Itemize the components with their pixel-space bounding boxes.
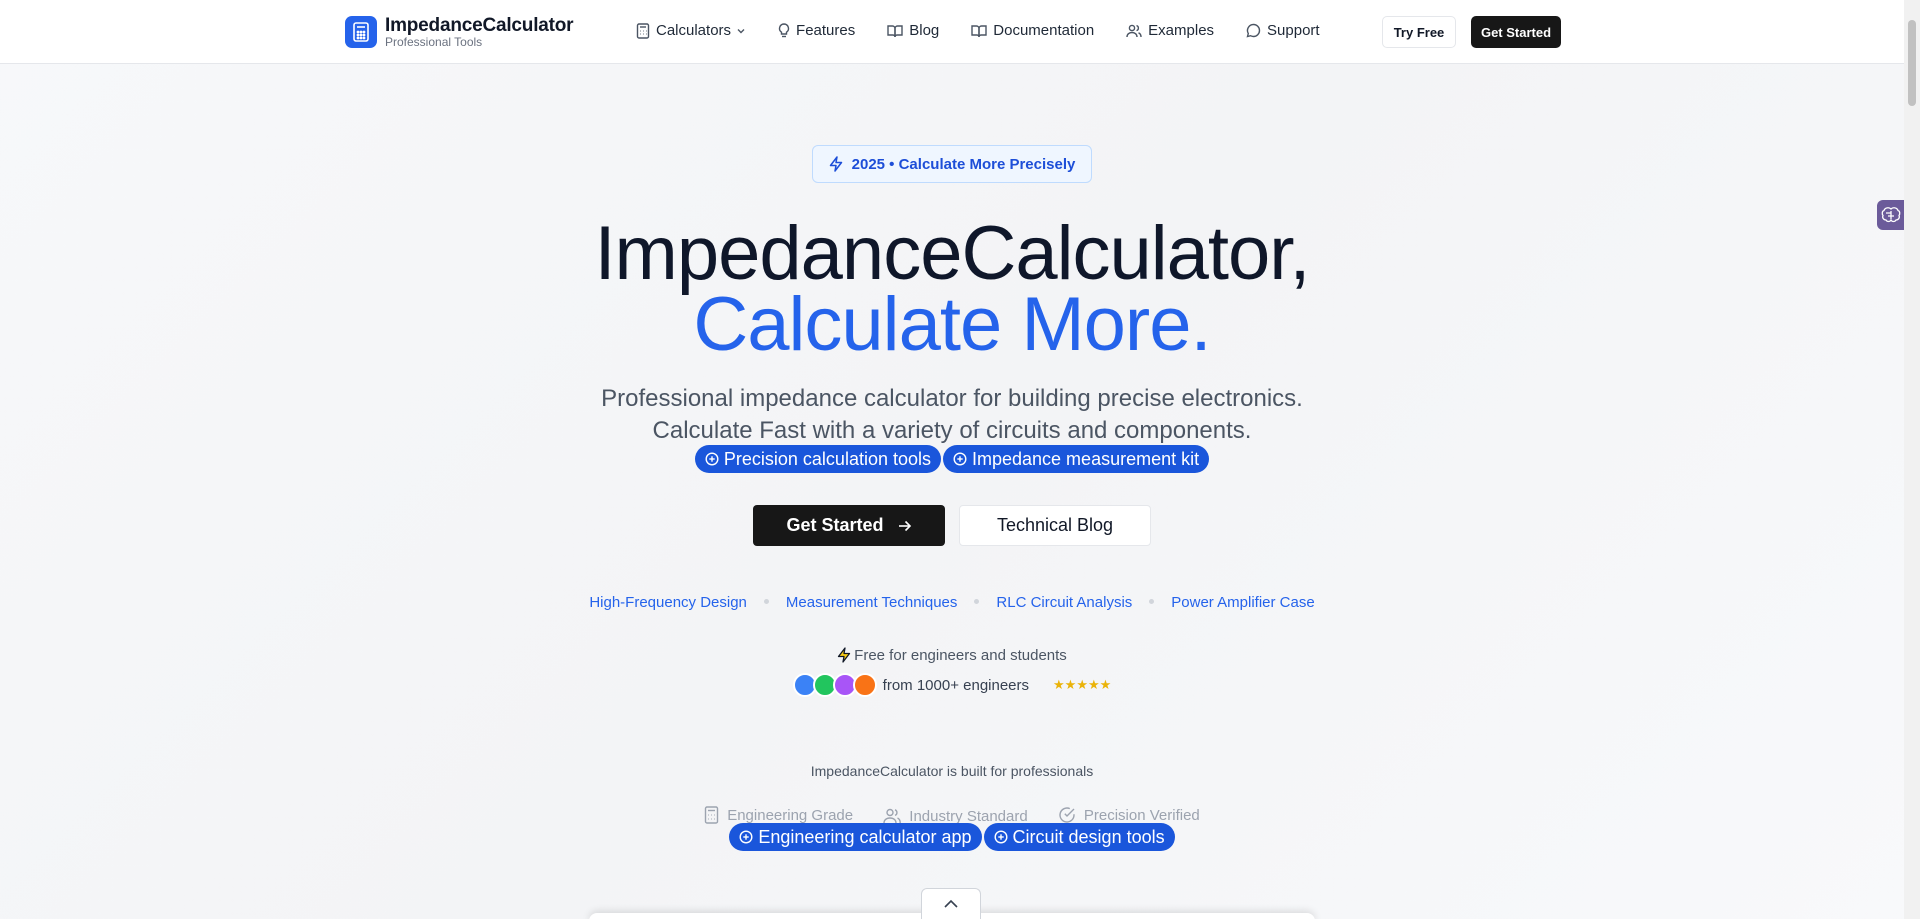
plus-circle-icon bbox=[705, 452, 719, 466]
nav-features-label: Features bbox=[796, 22, 856, 39]
zap-icon bbox=[829, 156, 842, 172]
users-icon bbox=[883, 808, 902, 824]
pill-circuit-design-tools[interactable]: Circuit design tools bbox=[983, 823, 1175, 851]
engineers-count-text: from 1000+ engineers bbox=[882, 676, 1030, 694]
calculator-logo-icon bbox=[345, 16, 377, 48]
hero-pill-row: Precision calculation tools Impedance me… bbox=[0, 445, 1904, 473]
built-for-text: ImpedanceCalculator is built for profess… bbox=[810, 763, 1094, 779]
nav-features[interactable]: Features bbox=[778, 22, 855, 39]
nav-support-label: Support bbox=[1267, 22, 1320, 39]
hero-subtitle-line2: Calculate Fast with a variety of circuit… bbox=[652, 417, 1252, 444]
free-note-text: Free for engineers and students bbox=[854, 647, 1067, 664]
pill-impedance-measurement-kit[interactable]: Impedance measurement kit bbox=[943, 445, 1210, 473]
book-open-icon bbox=[971, 24, 987, 37]
users-icon bbox=[1126, 24, 1142, 37]
hero-cta-row: Get Started Technical Blog bbox=[0, 505, 1904, 546]
chevron-down-icon bbox=[737, 28, 745, 33]
nav-examples[interactable]: Examples bbox=[1126, 22, 1214, 39]
calculator-icon bbox=[636, 22, 650, 39]
topic-link-rlc-circuit-analysis[interactable]: RLC Circuit Analysis bbox=[996, 594, 1132, 611]
logo-home-link[interactable]: ImpedanceCalculator Professional Tools bbox=[345, 15, 574, 49]
plus-circle-icon bbox=[739, 830, 753, 844]
avatar bbox=[852, 673, 877, 697]
trust-pill-row: Engineering calculator app Circuit desig… bbox=[0, 823, 1904, 851]
scrollbar-thumb[interactable] bbox=[1908, 20, 1916, 106]
announcement-badge: 2025 • Calculate More Precisely bbox=[811, 145, 1093, 183]
pill-engineering-calculator-app[interactable]: Engineering calculator app bbox=[729, 823, 982, 851]
technical-blog-button[interactable]: Technical Blog bbox=[959, 505, 1151, 546]
logo-title: ImpedanceCalculator bbox=[385, 15, 574, 36]
lightbulb-icon bbox=[778, 22, 790, 37]
zap-icon bbox=[838, 647, 851, 663]
pill-label: Precision calculation tools bbox=[723, 448, 931, 469]
feature-label: Precision Verified bbox=[1083, 806, 1200, 824]
feature-industry-standard: Industry Standard bbox=[883, 807, 1028, 825]
topic-link-power-amplifier-case[interactable]: Power Amplifier Case bbox=[1171, 594, 1314, 611]
hero-title-line2: Calculate More. bbox=[693, 282, 1211, 367]
announcement-text: 2025 • Calculate More Precisely bbox=[851, 155, 1076, 173]
top-navigation-bar: ImpedanceCalculator Professional Tools C… bbox=[0, 0, 1904, 64]
nav-support[interactable]: Support bbox=[1246, 22, 1320, 39]
nav-blog[interactable]: Blog bbox=[887, 22, 939, 39]
star-rating: ★★★★★ bbox=[1053, 677, 1112, 692]
nav-documentation[interactable]: Documentation bbox=[971, 22, 1094, 39]
free-note: Free for engineers and students bbox=[0, 647, 1904, 664]
arrow-right-icon bbox=[898, 520, 911, 531]
feature-label: Industry Standard bbox=[909, 807, 1028, 825]
topic-links-row: High-Frequency Design Measurement Techniq… bbox=[0, 594, 1904, 611]
feature-label: Engineering Grade bbox=[727, 806, 854, 824]
nav-calculators[interactable]: Calculators bbox=[636, 22, 746, 39]
get-started-button[interactable]: Get Started bbox=[753, 505, 945, 546]
separator-dot bbox=[1149, 599, 1155, 605]
calculator-icon bbox=[705, 806, 719, 824]
main-nav: Calculators Features Blog Documentation … bbox=[636, 22, 1352, 39]
topic-link-high-frequency-design[interactable]: High-Frequency Design bbox=[589, 594, 747, 611]
pill-label: Impedance measurement kit bbox=[972, 448, 1200, 469]
pill-label: Engineering calculator app bbox=[758, 826, 972, 847]
feature-engineering-grade: Engineering Grade bbox=[704, 806, 853, 824]
plus-circle-icon bbox=[994, 830, 1008, 844]
nav-calculators-label: Calculators bbox=[656, 22, 732, 39]
feature-precision-verified: Precision Verified bbox=[1058, 806, 1200, 824]
pill-label: Circuit design tools bbox=[1012, 826, 1165, 847]
hero-title-line1: ImpedanceCalculator, bbox=[594, 211, 1310, 296]
topic-link-measurement-techniques[interactable]: Measurement Techniques bbox=[786, 594, 958, 611]
page-scrollbar[interactable] bbox=[1904, 0, 1920, 919]
social-proof-row: from 1000+ engineers ★★★★★ bbox=[0, 673, 1904, 699]
check-circle-icon bbox=[1059, 807, 1075, 823]
engineer-avatars bbox=[792, 673, 877, 697]
header-get-started-button[interactable]: Get Started bbox=[1471, 16, 1561, 48]
try-free-button[interactable]: Try Free bbox=[1382, 16, 1456, 48]
get-started-label: Get Started bbox=[786, 515, 884, 535]
hero-subtitle-line1: Professional impedance calculator for bu… bbox=[601, 385, 1303, 412]
separator-dot bbox=[974, 599, 980, 605]
book-open-icon bbox=[887, 24, 903, 37]
collapse-toggle-button[interactable] bbox=[921, 888, 981, 919]
chevron-up-icon bbox=[944, 899, 958, 908]
nav-documentation-label: Documentation bbox=[993, 22, 1095, 39]
logo-subtitle: Professional Tools bbox=[385, 35, 483, 49]
pill-precision-calculation-tools[interactable]: Precision calculation tools bbox=[694, 445, 941, 473]
nav-examples-label: Examples bbox=[1148, 22, 1215, 39]
nav-blog-label: Blog bbox=[909, 22, 940, 39]
separator-dot bbox=[763, 599, 769, 605]
announcement-badge-row: 2025 • Calculate More Precisely bbox=[0, 145, 1904, 183]
message-circle-icon bbox=[1246, 23, 1261, 38]
plus-circle-icon bbox=[953, 452, 967, 466]
